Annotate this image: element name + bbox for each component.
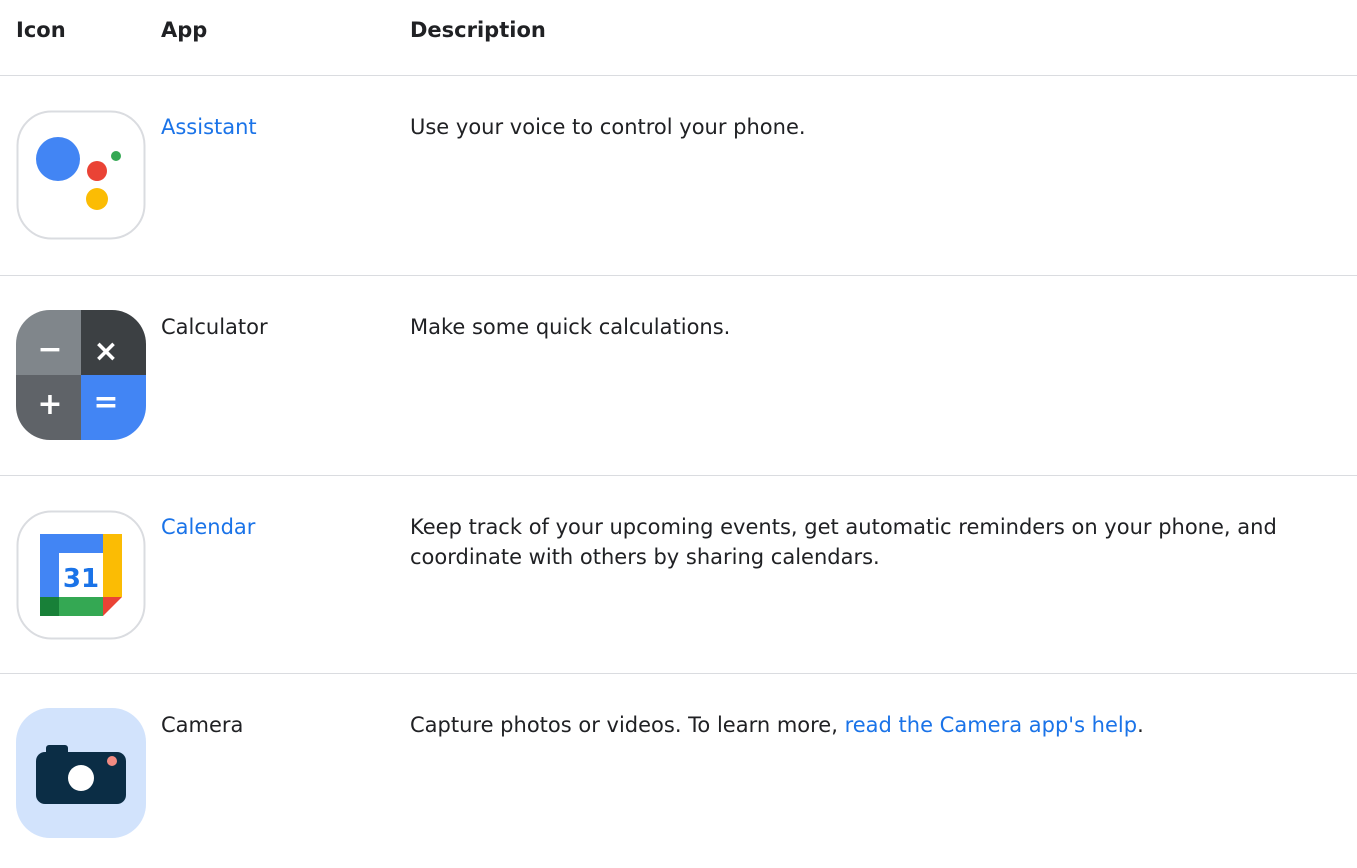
description-camera-text: Capture photos or videos. To learn more, xyxy=(410,713,845,737)
camera-help-link[interactable]: read the Camera app's help xyxy=(845,713,1138,737)
header-description: Description xyxy=(410,18,546,42)
header-icon: Icon xyxy=(16,18,66,42)
camera-icon xyxy=(16,708,146,838)
svg-text:×: × xyxy=(93,334,118,369)
description-camera-suffix: . xyxy=(1137,713,1144,737)
description-calculator: Make some quick calculations. xyxy=(410,315,731,339)
apps-table: Icon App Description Assistant Use your … xyxy=(0,0,1357,868)
header-app: App xyxy=(161,18,208,42)
app-name-calculator: Calculator xyxy=(161,315,268,339)
table-header: Icon App Description xyxy=(0,0,1357,76)
svg-text:−: − xyxy=(37,332,62,367)
app-name-camera: Camera xyxy=(161,713,244,737)
app-link-calendar[interactable]: Calendar xyxy=(161,512,255,542)
table-row: − × + = Calculator Make some quick calcu… xyxy=(0,276,1357,476)
table-row: 31 Calendar Keep track of your upcoming … xyxy=(0,476,1357,674)
description-camera: Capture photos or videos. To learn more,… xyxy=(410,710,1330,740)
svg-text:+: + xyxy=(37,387,62,422)
calculator-icon: − × + = xyxy=(16,310,146,440)
table-row: Assistant Use your voice to control your… xyxy=(0,76,1357,276)
svg-text:31: 31 xyxy=(63,564,99,594)
calendar-icon: 31 xyxy=(16,510,146,640)
description-assistant: Use your voice to control your phone. xyxy=(410,115,806,139)
assistant-icon xyxy=(16,110,146,240)
svg-text:=: = xyxy=(93,385,118,420)
app-link-assistant[interactable]: Assistant xyxy=(161,112,257,142)
description-calendar: Keep track of your upcoming events, get … xyxy=(410,515,1277,569)
table-row: Camera Capture photos or videos. To lear… xyxy=(0,674,1357,868)
